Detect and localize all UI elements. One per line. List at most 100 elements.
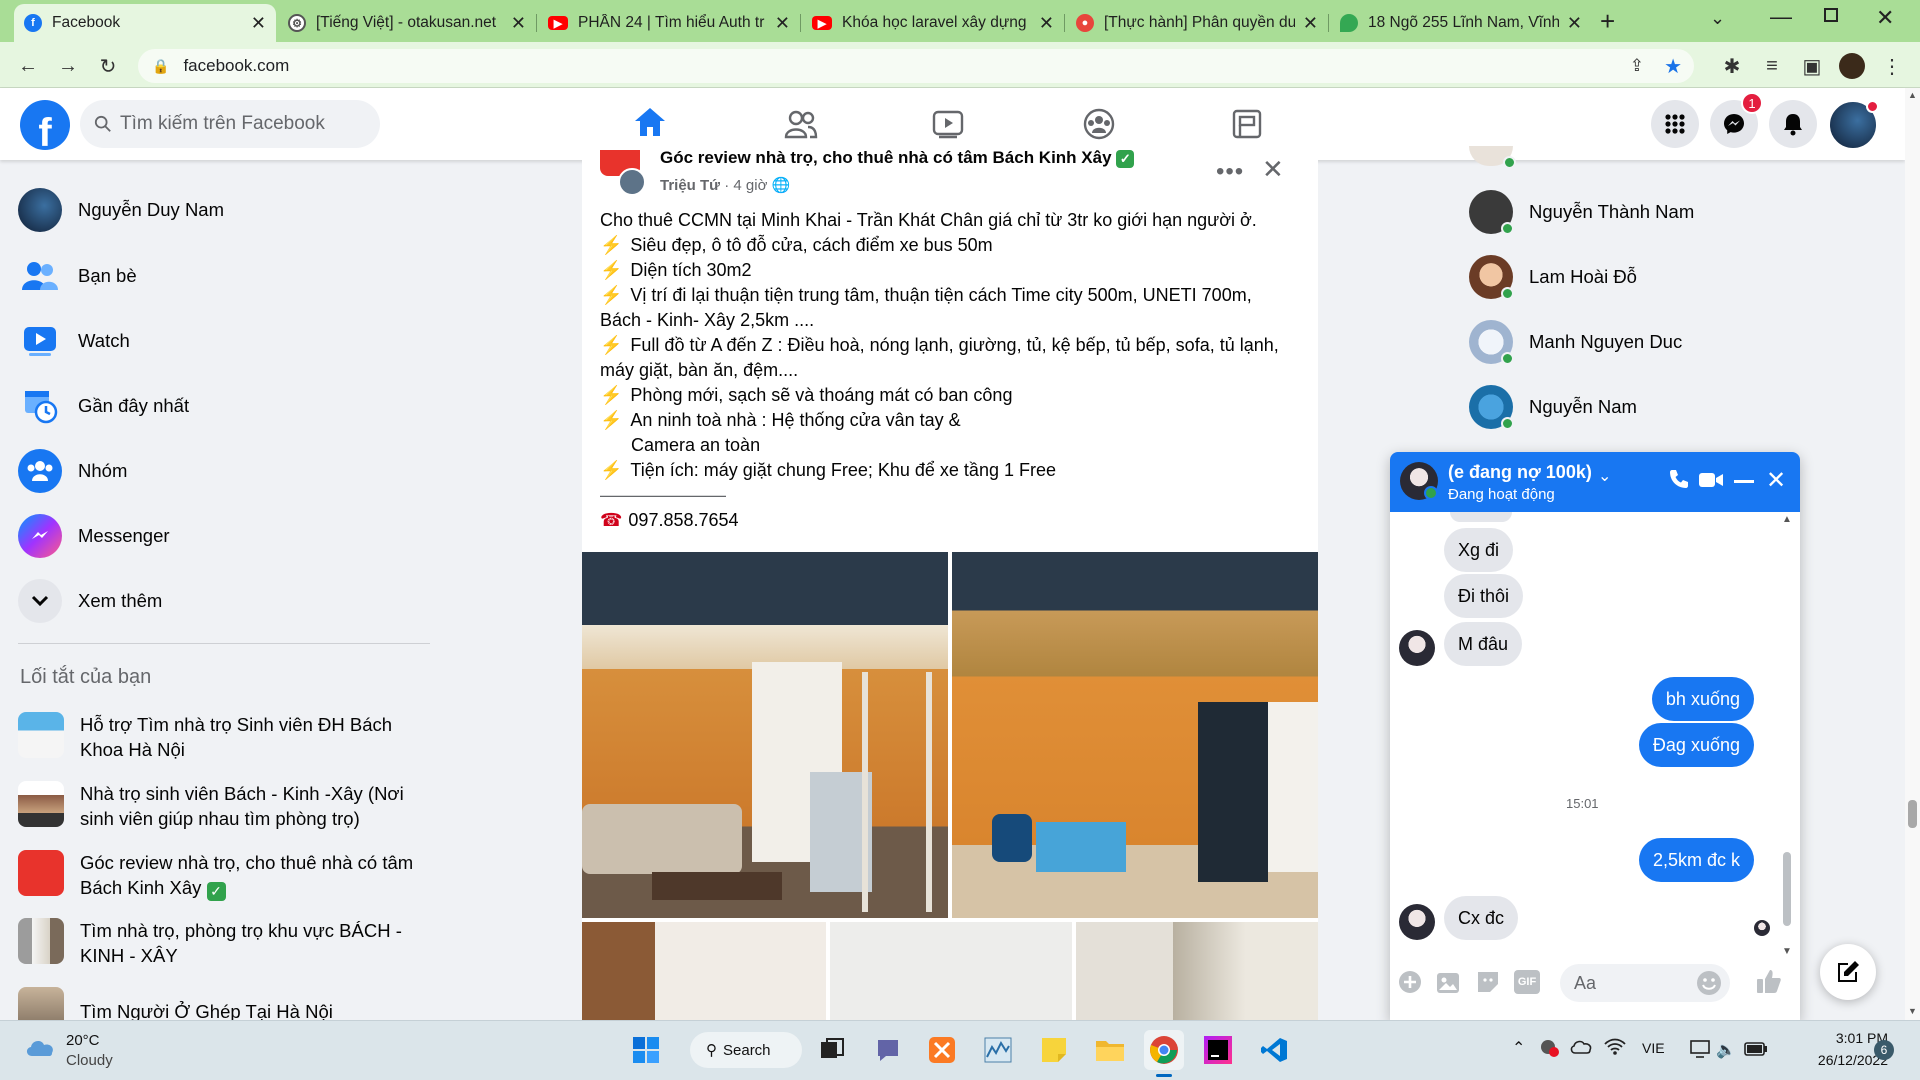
weather-desc[interactable]: Cloudy [66, 1052, 113, 1069]
add-attachment-icon[interactable] [1398, 970, 1422, 994]
post-photo[interactable] [582, 552, 948, 918]
tab-otakusan[interactable]: ⚙ [Tiếng Việt] - otakusan.net ✕ [278, 4, 536, 42]
file-explorer-icon[interactable] [1090, 1030, 1130, 1070]
emoji-icon[interactable] [1696, 970, 1722, 996]
xampp-icon[interactable] [922, 1030, 962, 1070]
sidebar-see-more[interactable]: Xem thêm [18, 579, 162, 623]
contact-item[interactable]: Lam Hoài Đỗ [1469, 255, 1637, 300]
language-indicator[interactable]: VIE [1642, 1040, 1665, 1056]
address-bar[interactable]: 🔒 facebook.com ⇪ ★ [138, 49, 1694, 83]
minimize-icon[interactable]: — [1770, 4, 1792, 30]
show-hidden-icons[interactable]: ⌃ [1512, 1038, 1525, 1058]
display-icon[interactable] [1690, 1040, 1710, 1058]
phpstorm-icon[interactable] [1198, 1030, 1238, 1070]
gif-icon[interactable]: GIF [1514, 970, 1540, 994]
close-window-icon[interactable]: ✕ [1876, 5, 1894, 31]
side-panel-icon[interactable]: ▣ [1796, 50, 1828, 82]
nav-gaming[interactable] [1180, 92, 1314, 156]
wifi-icon[interactable] [1604, 1038, 1626, 1056]
new-tab-button[interactable]: + [1600, 6, 1615, 37]
more-options-icon[interactable]: ••• [1216, 158, 1244, 186]
shortcut-item[interactable]: Nhà trọ sinh viên Bách - Kinh -Xây (Nơi s… [18, 781, 404, 831]
shortcut-item[interactable]: Góc review nhà trọ, cho thuê nhà có tâm B… [18, 850, 413, 901]
weather-temp[interactable]: 20°C [66, 1032, 100, 1049]
volume-icon[interactable]: 🔈 [1716, 1040, 1736, 1060]
maximize-icon[interactable] [1824, 8, 1838, 22]
weather-cloud-icon[interactable] [24, 1036, 58, 1058]
close-tab-icon[interactable]: ✕ [775, 13, 790, 34]
post-photo[interactable] [830, 922, 1072, 1020]
nav-home[interactable] [583, 92, 717, 156]
tab-maps[interactable]: 18 Ngõ 255 Lĩnh Nam, Vĩnh ✕ [1330, 4, 1592, 42]
shortcut-item[interactable]: Hỗ trợ Tìm nhà trọ Sinh viên ĐH Bách Khoa… [18, 712, 392, 762]
chat-scrollbar[interactable]: ▲ ▼ [1780, 512, 1794, 960]
resource-monitor-icon[interactable] [978, 1030, 1018, 1070]
close-tab-icon[interactable]: ✕ [1303, 13, 1318, 34]
sidebar-item-recent[interactable]: Gần đây nhất [18, 384, 189, 428]
tab-youtube-auth[interactable]: ▶ PHẦN 24 | Tìm hiểu Auth tr ✕ [538, 4, 800, 42]
profile-avatar[interactable] [1836, 50, 1868, 82]
reload-icon[interactable]: ↻ [92, 50, 124, 82]
photo-icon[interactable] [1436, 972, 1460, 994]
post-author[interactable]: Triệu Tứ [660, 177, 720, 194]
close-post-icon[interactable]: ✕ [1262, 154, 1284, 185]
onedrive-icon[interactable] [1570, 1038, 1594, 1054]
tab-facebook[interactable]: f Facebook ✕ [14, 4, 276, 42]
author-avatar[interactable] [618, 168, 646, 196]
back-icon[interactable]: ← [12, 50, 44, 82]
post-photo[interactable] [952, 552, 1318, 918]
clock-date[interactable]: 26/12/2022 [1788, 1052, 1888, 1068]
call-icon[interactable] [1668, 468, 1690, 490]
chat-header[interactable]: (e đang nợ 100k) Đang hoạt động ⌄ ✕ [1390, 452, 1800, 512]
contact-item[interactable]: Manh Nguyen Duc [1469, 320, 1682, 365]
close-tab-icon[interactable]: ✕ [1039, 13, 1054, 34]
vscode-icon[interactable] [1254, 1030, 1294, 1070]
menu-grid-button[interactable] [1651, 100, 1699, 148]
minimize-chat-icon[interactable] [1734, 480, 1754, 483]
nav-friends[interactable] [734, 92, 868, 156]
battery-icon[interactable] [1744, 1042, 1768, 1056]
shortcut-item[interactable]: Tìm nhà trọ, phòng trọ khu vực BÁCH - KIN… [18, 918, 402, 968]
close-tab-icon[interactable]: ✕ [511, 13, 526, 34]
sidebar-item-friends[interactable]: Bạn bè [18, 254, 137, 298]
close-chat-icon[interactable]: ✕ [1766, 466, 1786, 495]
taskbar-search[interactable]: ⚲ Search [690, 1032, 802, 1068]
video-call-icon[interactable] [1698, 470, 1724, 490]
chrome-icon[interactable] [1144, 1030, 1184, 1070]
nav-watch[interactable] [881, 92, 1015, 156]
contact-item[interactable]: Nguyễn Nam [1469, 385, 1637, 430]
close-tab-icon[interactable]: ✕ [1567, 13, 1582, 34]
tab-phan-quyen[interactable]: ● [Thực hành] Phân quyền dư ✕ [1066, 4, 1328, 42]
menu-icon[interactable]: ⋮ [1876, 50, 1908, 82]
tab-youtube-laravel[interactable]: ▶ Khóa học laravel xây dựng ✕ [802, 4, 1064, 42]
message-input[interactable]: Aa [1560, 964, 1730, 1002]
task-view-icon[interactable] [812, 1030, 852, 1070]
share-icon[interactable]: ⇪ [1630, 56, 1644, 76]
forward-icon[interactable]: → [52, 50, 84, 82]
post-group-name[interactable]: Góc review nhà trọ, cho thuê nhà có tâm … [660, 150, 1135, 172]
like-icon[interactable] [1756, 968, 1782, 994]
clock-time[interactable]: 3:01 PM [1792, 1030, 1888, 1046]
teams-chat-icon[interactable] [868, 1030, 908, 1070]
bookmark-star-icon[interactable]: ★ [1664, 54, 1682, 79]
tab-search-icon[interactable]: ⌄ [1710, 8, 1725, 29]
media-icon[interactable]: ≡ [1756, 50, 1788, 82]
post-photo[interactable] [582, 922, 826, 1020]
search-input[interactable]: Tìm kiếm trên Facebook [80, 100, 380, 148]
page-scrollbar[interactable]: ▲ ▼ [1905, 88, 1920, 1020]
sidebar-item-groups[interactable]: Nhóm [18, 449, 127, 493]
start-button[interactable] [626, 1030, 666, 1070]
contact-item[interactable]: Nguyễn Thành Nam [1469, 190, 1694, 235]
sticky-notes-icon[interactable] [1034, 1030, 1074, 1070]
sidebar-item-watch[interactable]: Watch [18, 319, 130, 363]
sidebar-item-messenger[interactable]: Messenger [18, 514, 170, 558]
post-photo[interactable] [1076, 922, 1318, 1020]
notifications-button[interactable] [1769, 100, 1817, 148]
close-tab-icon[interactable]: ✕ [251, 13, 266, 34]
shortcut-item[interactable]: Tìm Người Ở Ghép Tại Hà Nội [18, 987, 333, 1020]
facebook-logo-icon[interactable]: f [20, 100, 70, 150]
nav-groups[interactable] [1032, 92, 1166, 156]
network-alert-icon[interactable] [1540, 1038, 1560, 1058]
extensions-icon[interactable]: ✱ [1716, 50, 1748, 82]
post-time[interactable]: 4 giờ [733, 177, 767, 194]
